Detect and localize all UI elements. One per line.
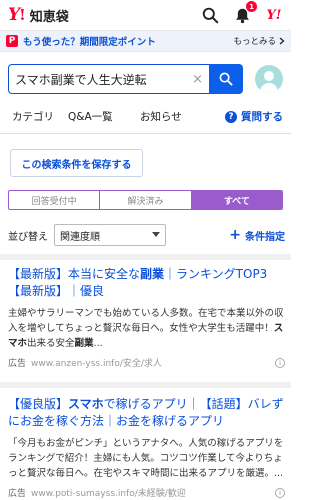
search-button[interactable]	[209, 64, 243, 94]
clear-icon[interactable]: ×	[192, 72, 203, 87]
ad-meta: 広告 www.anzen-yss.info/安全/求人 i	[8, 356, 285, 369]
ad-title[interactable]: 【最新版】本当に安全な副業｜ランキングTOP3【最新版】｜優良	[8, 266, 285, 300]
ad-desc-part: ...	[274, 468, 284, 479]
caret-down-icon	[152, 232, 160, 237]
search-input[interactable]	[15, 72, 189, 86]
app-header: Y ! 知恵袋 1 Y!	[0, 0, 291, 30]
ad-meta: 広告 www.poti-sumayss.info/未経験/歓迎 i	[8, 486, 285, 499]
ad-url: www.anzen-yss.info/安全/求人	[31, 359, 162, 369]
search-box[interactable]: ×	[8, 64, 209, 94]
ad-label: 広告	[8, 359, 27, 369]
ad-label: 広告	[8, 489, 27, 499]
ad-description: 主婦やサラリーマンでも始めている人多数。在宅で本業以外の収入を増やしてちょっと贅…	[8, 306, 285, 351]
ad-title-part: 【優良版】	[8, 397, 69, 411]
ad-item[interactable]: 【最新版】本当に安全な副業｜ランキングTOP3【最新版】｜優良 主婦やサラリーマ…	[8, 266, 285, 369]
ad-desc-part: 主婦やサラリーマンでも始めている人多数。在宅で本業以外の収入を増やしてちょっと贅…	[8, 308, 284, 334]
avatar[interactable]	[255, 65, 283, 93]
main-nav: カテゴリ Q&A一覧 お知らせ ? 質問する	[0, 100, 291, 134]
notification-badge: 1	[246, 1, 257, 12]
search-icon[interactable]	[201, 6, 219, 24]
promo-more-link[interactable]: もっとみる	[233, 35, 285, 47]
sort-select[interactable]: 関連度順	[54, 224, 166, 246]
info-icon[interactable]: i	[275, 357, 285, 368]
promo-bar[interactable]: P もう使った？期間限定ポイント もっとみる	[0, 30, 291, 52]
nav-item-category[interactable]: カテゴリ	[8, 109, 68, 124]
search-icon	[219, 72, 233, 86]
ad-description: 「今月もお金がピンチ」というアナタへ。人気の稼げるアプリをランキングで紹介！主婦…	[8, 436, 285, 481]
ad-title-bold: スマホ	[68, 397, 104, 411]
nav-item-qa-list[interactable]: Q&A一覧	[68, 109, 140, 124]
nav-item-notices[interactable]: お知らせ	[140, 109, 206, 124]
ad-desc-part: 「今月もお金がピンチ」というアナタへ。人気の稼げるアプリをランキングで紹介！主婦…	[8, 438, 284, 479]
ask-question-button[interactable]: ? 質問する	[225, 109, 283, 124]
sort-row: 並び替え 関連度順 + 条件指定	[8, 224, 285, 246]
chevron-right-icon	[279, 37, 285, 45]
ad-item[interactable]: 【優良版】スマホで稼げるアプリ｜【話題】バレずにお金を稼ぐ方法｜お金を稼げるアプ…	[8, 396, 285, 499]
tab-resolved[interactable]: 解決済み	[100, 191, 192, 209]
plus-icon: +	[229, 227, 241, 243]
yahoo-chiebukuro-logo[interactable]: Y ! 知恵袋	[8, 5, 69, 25]
sort-label: 並び替え	[8, 231, 48, 243]
ad-title-bold: 副業	[140, 267, 165, 281]
sort-selected-value: 関連度順	[60, 231, 100, 243]
ad-url: www.poti-sumayss.info/未経験/歓迎	[31, 489, 186, 499]
question-icon: ?	[225, 110, 237, 123]
filter-conditions-button[interactable]: + 条件指定	[229, 227, 285, 243]
points-icon: P	[6, 35, 18, 47]
ad-desc-bold: 副業	[74, 338, 94, 349]
logo-text: 知恵袋	[29, 9, 69, 25]
tab-all[interactable]: すべて	[191, 191, 282, 209]
section-divider	[0, 382, 291, 388]
logo-mark: Y	[8, 5, 20, 25]
ad-desc-part: 出来る安全	[27, 338, 75, 349]
status-tabs: 回答受付中 解決済み すべて	[8, 190, 283, 210]
ad-title-part: 【最新版】本当に安全な	[8, 267, 141, 281]
section-divider	[0, 254, 291, 260]
ad-desc-part: ...	[93, 338, 103, 349]
bell-icon[interactable]: 1	[233, 1, 257, 24]
promo-text[interactable]: もう使った？期間限定ポイント	[23, 34, 156, 48]
yahoo-small-logo: Y!	[266, 7, 282, 23]
ad-title[interactable]: 【優良版】スマホで稼げるアプリ｜【話題】バレずにお金を稼ぐ方法｜お金を稼げるアプ…	[8, 396, 285, 430]
logo-excl: !	[19, 6, 26, 24]
tab-open[interactable]: 回答受付中	[9, 191, 101, 209]
ask-question-label: 質問する	[241, 111, 283, 123]
info-icon[interactable]: i	[275, 487, 285, 498]
yahoo-home-icon[interactable]: Y!	[265, 6, 283, 24]
promo-more-label: もっとみる	[233, 37, 276, 47]
filter-conditions-label: 条件指定	[245, 231, 285, 243]
search-row: ×	[0, 58, 291, 100]
save-search-condition-button[interactable]: この検索条件を保存する	[10, 149, 143, 177]
